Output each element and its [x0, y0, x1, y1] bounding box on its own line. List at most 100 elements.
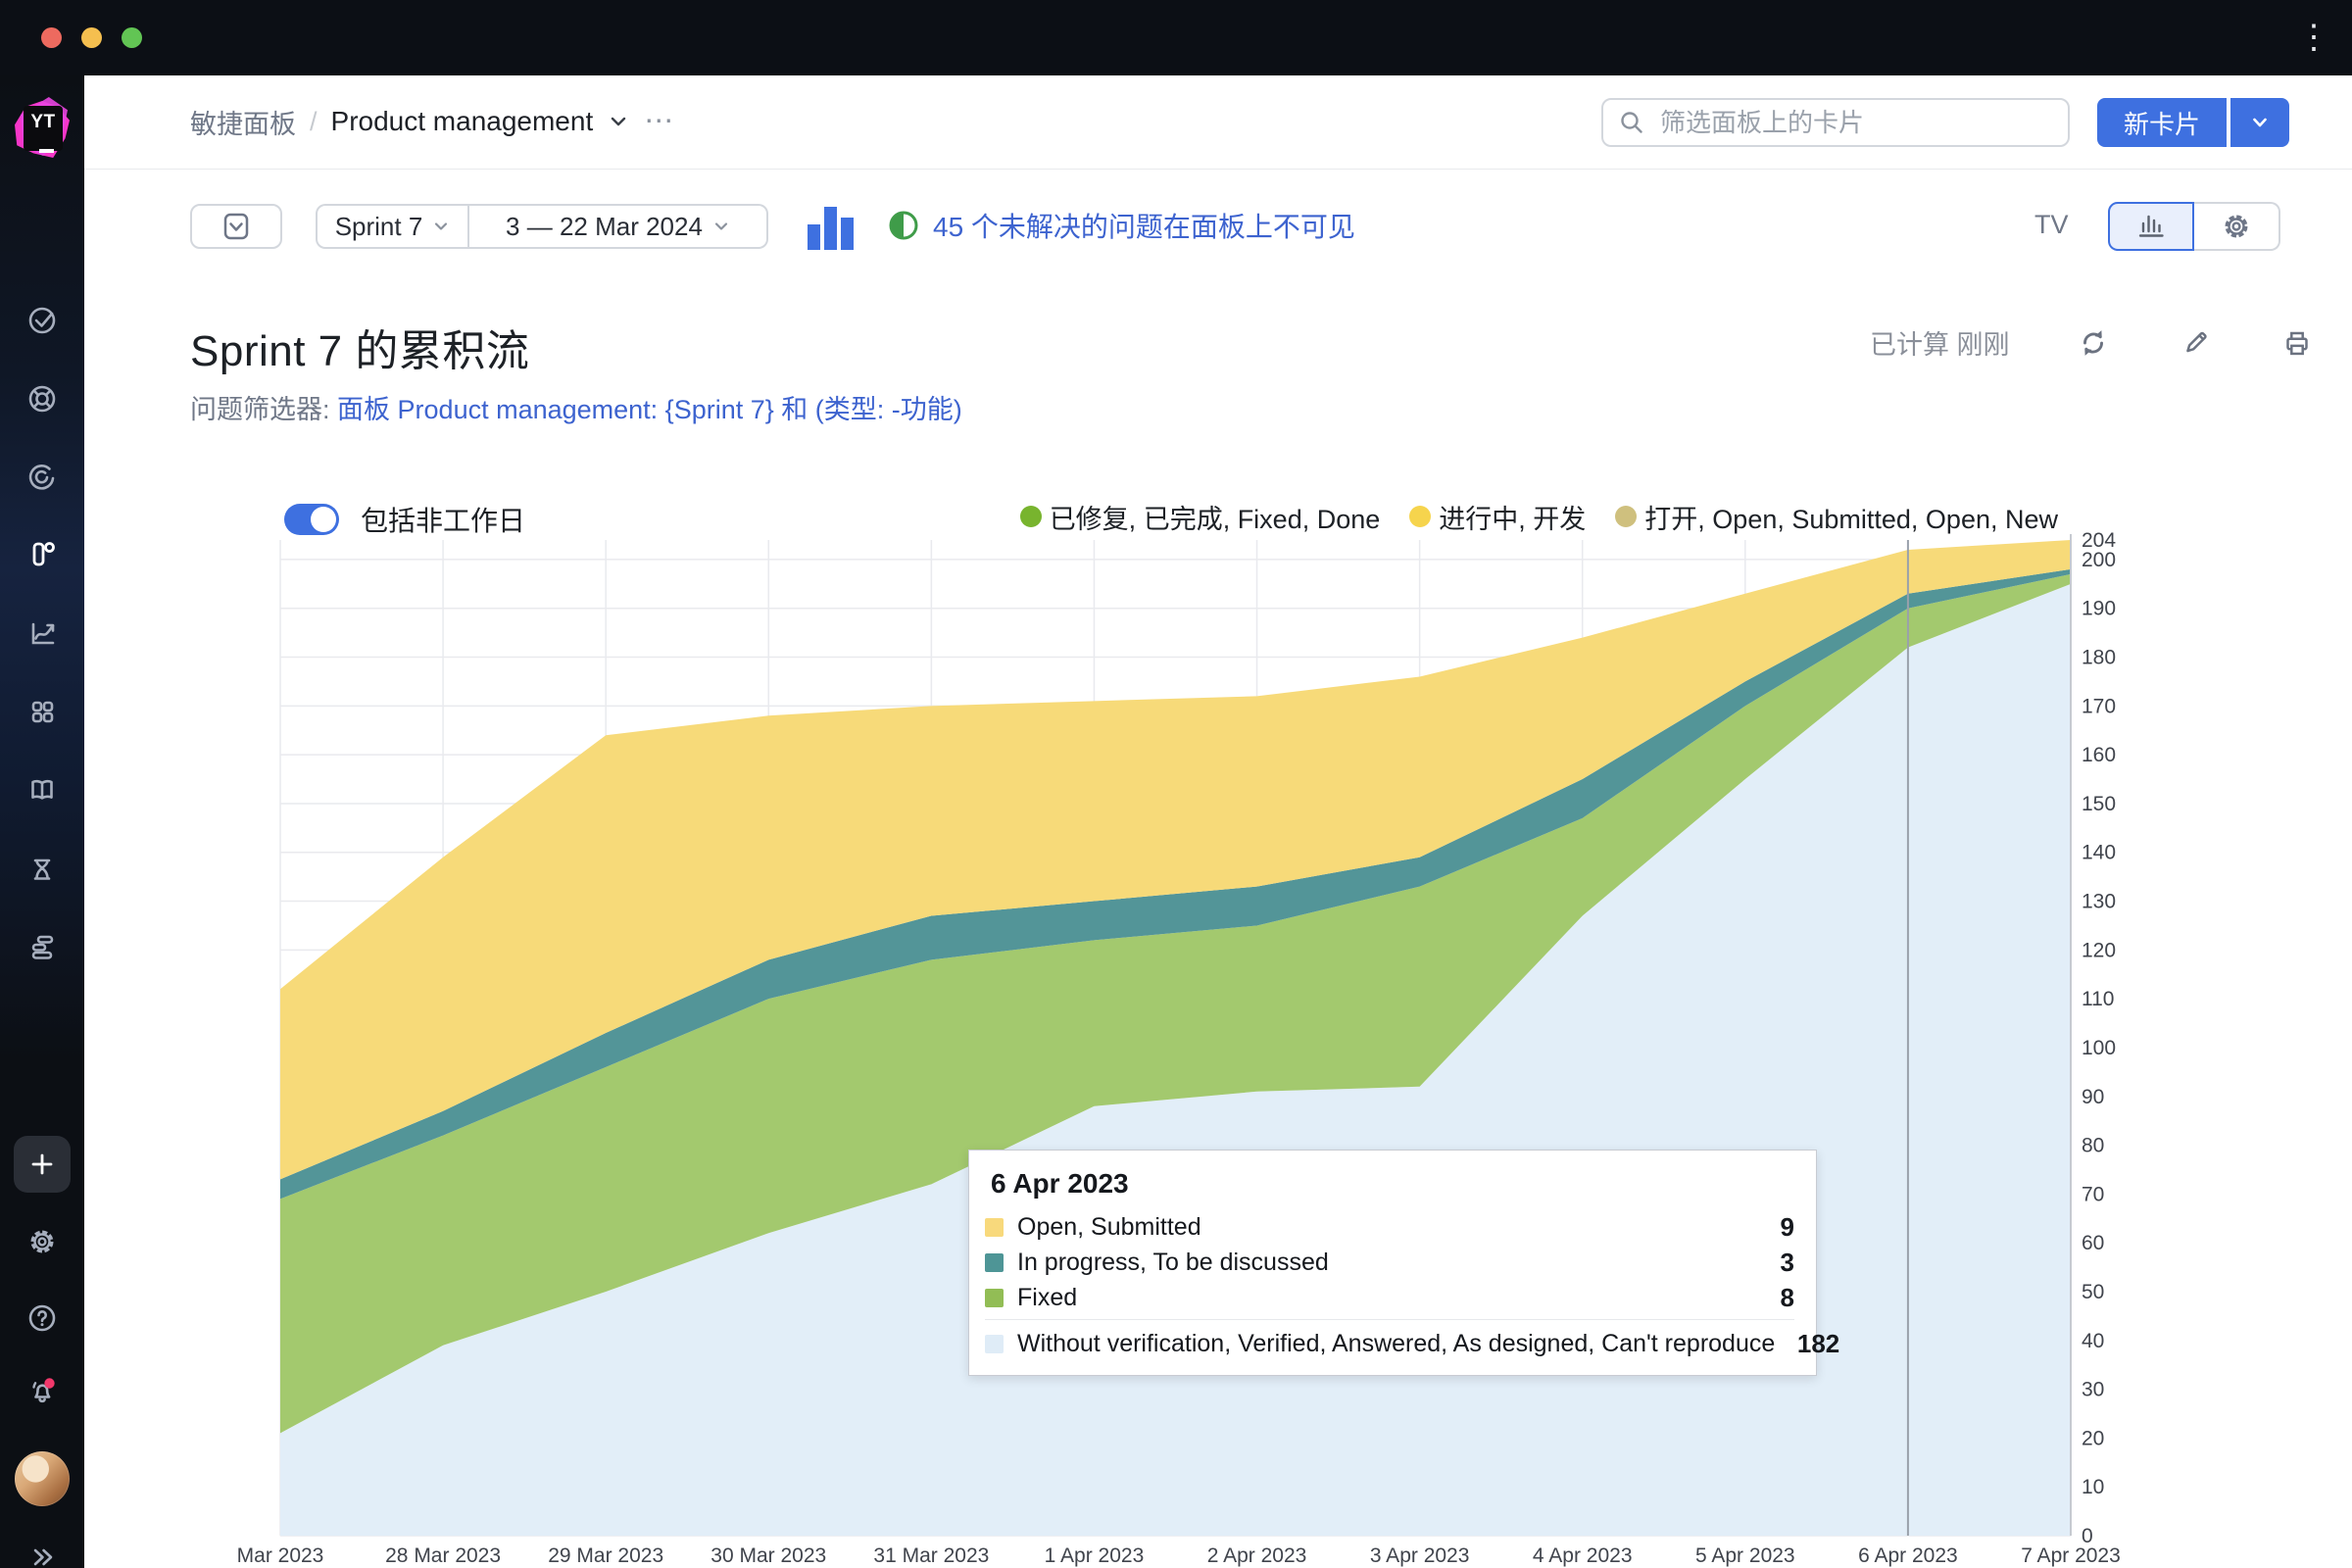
sidebar-item-dashboards[interactable] — [23, 692, 62, 731]
tooltip-value: 182 — [1788, 1329, 1839, 1359]
svg-text:140: 140 — [2082, 842, 2116, 864]
svg-text:200: 200 — [2082, 549, 2116, 571]
sidebar-item-agile-boards[interactable] — [23, 534, 62, 573]
unresolved-warning: 45 个未解决的问题在面板上不可见 — [888, 206, 1355, 245]
sprint-label: Sprint 7 — [335, 212, 423, 242]
edit-icon[interactable] — [2177, 324, 2214, 362]
toggle-label: 包括非工作日 — [361, 500, 525, 539]
tooltip-swatch-icon — [985, 1218, 1004, 1237]
svg-text:120: 120 — [2082, 939, 2116, 961]
svg-text:60: 60 — [2082, 1232, 2104, 1254]
board-chart-icon[interactable] — [804, 201, 858, 257]
chevron-down-icon — [432, 218, 450, 235]
notification-badge — [44, 1378, 54, 1388]
svg-text:110: 110 — [2082, 988, 2114, 1010]
tooltip-swatch-icon — [985, 1253, 1004, 1272]
sidebar-item-knowledge[interactable] — [23, 457, 62, 496]
svg-text:80: 80 — [2082, 1135, 2104, 1157]
sidebar-settings-button[interactable] — [23, 1222, 62, 1261]
legend-item: 进行中, 开发 — [1409, 498, 1586, 536]
sidebar-item-reports[interactable] — [23, 613, 62, 653]
svg-text:10: 10 — [2082, 1476, 2104, 1498]
svg-text:50: 50 — [2082, 1281, 2104, 1303]
non-working-days-toggle[interactable] — [284, 504, 339, 535]
expand-sidebar-button[interactable] — [23, 1538, 62, 1568]
filter-cards-input[interactable] — [1658, 107, 2054, 139]
youtrack-logo[interactable]: YT — [15, 97, 72, 162]
swirl-icon — [23, 457, 62, 496]
book-icon — [23, 770, 62, 809]
svg-text:Mar 2023: Mar 2023 — [237, 1544, 324, 1567]
window-controls — [41, 27, 142, 48]
help-button[interactable] — [23, 1298, 62, 1338]
breadcrumb-agile-boards[interactable]: 敏捷面板 — [190, 103, 296, 141]
sidebar-item-issues[interactable] — [23, 301, 62, 340]
sidebar-item-gantt[interactable] — [23, 927, 62, 966]
view-mode-segmented — [2108, 202, 2280, 251]
backlog-icon — [217, 207, 256, 246]
date-range-selector[interactable]: 3 — 22 Mar 2024 — [468, 204, 768, 249]
svg-text:130: 130 — [2082, 891, 2116, 913]
user-avatar[interactable] — [15, 1451, 70, 1506]
maximize-window-button[interactable] — [122, 27, 142, 48]
svg-text:100: 100 — [2082, 1037, 2116, 1059]
browser-menu-icon[interactable]: ⋮ — [2297, 16, 2327, 59]
agile-board-icon — [23, 534, 62, 573]
legend-item: 已修复, 已完成, Fixed, Done — [1020, 498, 1381, 536]
print-icon[interactable] — [2278, 324, 2316, 362]
create-button[interactable] — [14, 1136, 71, 1193]
board-more-button[interactable]: ⋯ — [644, 112, 675, 131]
svg-text:70: 70 — [2082, 1183, 2104, 1205]
new-card-button[interactable]: 新卡片 — [2097, 98, 2227, 147]
legend-dot-icon — [1615, 506, 1637, 527]
macos-titlebar: ⋮ — [0, 0, 2352, 75]
help-icon — [23, 1298, 62, 1338]
svg-text:28 Mar 2023: 28 Mar 2023 — [385, 1544, 501, 1567]
filter-label: 问题筛选器: — [190, 395, 330, 424]
svg-text:190: 190 — [2082, 598, 2116, 620]
bar-chart-icon — [804, 201, 858, 252]
svg-text:30: 30 — [2082, 1379, 2104, 1401]
sidebar: YT — [0, 75, 84, 1568]
minimize-window-button[interactable] — [81, 27, 102, 48]
svg-text:180: 180 — [2082, 647, 2116, 669]
svg-text:170: 170 — [2082, 695, 2116, 717]
tooltip-rows: Open, Submitted9In progress, To be discu… — [985, 1209, 1794, 1363]
backlog-button[interactable] — [190, 204, 282, 249]
hourglass-icon — [23, 850, 62, 889]
svg-text:31 Mar 2023: 31 Mar 2023 — [873, 1544, 989, 1567]
legend-dot-icon — [1020, 506, 1042, 527]
tooltip-row: Without verification, Verified, Answered… — [985, 1319, 1794, 1363]
breadcrumb-separator: / — [310, 107, 318, 137]
tooltip-label: Without verification, Verified, Answered… — [1017, 1330, 1775, 1358]
gear-icon — [23, 1222, 62, 1261]
breadcrumb-board-name[interactable]: Product management — [331, 106, 594, 137]
notifications-button[interactable] — [23, 1371, 62, 1410]
sidebar-item-knowledge-base[interactable] — [23, 770, 62, 809]
board-settings-button[interactable] — [2194, 202, 2280, 251]
refresh-icon[interactable] — [2075, 324, 2112, 362]
tooltip-swatch-icon — [985, 1289, 1004, 1307]
bell-icon — [23, 1371, 62, 1410]
legend-item: 打开, Open, Submitted, Open, New — [1615, 498, 2058, 536]
sidebar-item-timesheets[interactable] — [23, 850, 62, 889]
tv-mode-button[interactable]: TV — [2034, 210, 2069, 240]
filter-query-link[interactable]: 面板 Product management: {Sprint 7} 和 (类型:… — [337, 395, 962, 424]
chart-view-button[interactable] — [2108, 202, 2194, 251]
unresolved-issues-link[interactable]: 45 个未解决的问题在面板上不可见 — [933, 206, 1355, 245]
sprint-selector[interactable]: Sprint 7 — [316, 204, 468, 249]
half-circle-status-icon — [888, 210, 919, 241]
non-working-days-row: 包括非工作日 — [284, 500, 525, 539]
svg-text:4 Apr 2023: 4 Apr 2023 — [1533, 1544, 1633, 1567]
svg-text:40: 40 — [2082, 1330, 2104, 1352]
date-range-label: 3 — 22 Mar 2024 — [506, 212, 703, 242]
sidebar-item-helpdesk[interactable] — [23, 379, 62, 418]
report-title: Sprint 7 的累积流 — [190, 316, 529, 378]
svg-text:160: 160 — [2082, 744, 2116, 766]
close-window-button[interactable] — [41, 27, 62, 48]
new-card-dropdown-button[interactable] — [2230, 98, 2289, 147]
tooltip-label: Fixed — [1017, 1284, 1730, 1312]
svg-text:30 Mar 2023: 30 Mar 2023 — [710, 1544, 826, 1567]
tooltip-row: Fixed8 — [985, 1280, 1794, 1315]
chevron-down-icon[interactable] — [607, 110, 630, 133]
